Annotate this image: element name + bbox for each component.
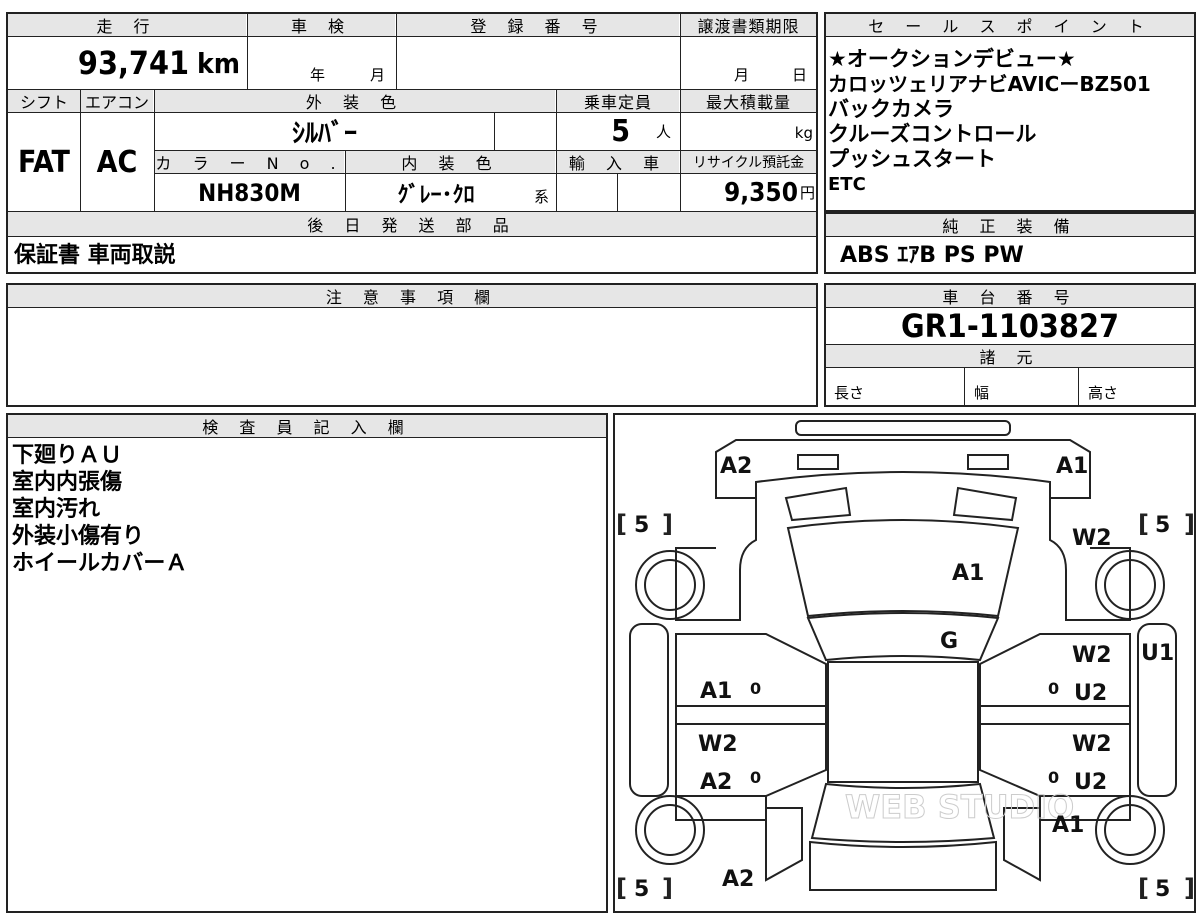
mark-right-rear-door-w: W2 (1072, 732, 1112, 757)
tire-mark-rear-right: 5 (1155, 877, 1170, 900)
car-diagram: [ ] [ ] [ ] [ ] WEB STUDIO A2 A1 A1 G W2… (616, 420, 1195, 900)
zero-mark: 0 (1048, 679, 1059, 698)
bracket-close: ] (662, 510, 673, 538)
bracket-open: [ (1138, 510, 1149, 538)
wheel-front-left (635, 550, 705, 620)
mark-left-rear-door-a: A2 (700, 770, 732, 795)
front-bumper (795, 420, 1011, 436)
watermark: WEB STUDIO (845, 788, 1074, 826)
roof (827, 661, 979, 783)
bracket-open: [ (616, 874, 627, 900)
bracket-close: ] (1184, 874, 1195, 900)
bracket-close: ] (1184, 510, 1195, 538)
mark-rear: A2 (722, 867, 754, 892)
mark-right-front-door-w: W2 (1072, 643, 1112, 668)
mark-right-rear: A1 (1052, 813, 1084, 838)
zero-mark: 0 (1048, 768, 1059, 787)
tire-mark-front-right: 5 (1155, 513, 1170, 538)
mark-right-rear-door-u: U2 (1074, 770, 1107, 795)
bracket-open: [ (1138, 874, 1149, 900)
tire-mark-front-left: 5 (634, 513, 649, 538)
headlight-right (952, 486, 1018, 522)
mark-hood: A1 (952, 561, 984, 586)
mark-front-right: A1 (1056, 454, 1088, 479)
zero-mark: 0 (750, 768, 761, 787)
mark-right-fender: W2 (1072, 526, 1112, 551)
front-body (715, 439, 1091, 499)
mark-right-side-edge: U1 (1141, 641, 1174, 666)
mark-right-front-door-u: U2 (1074, 681, 1107, 706)
tailgate (809, 840, 997, 891)
mark-windshield: G (940, 629, 958, 654)
mark-left-rear-door-w: W2 (698, 732, 738, 757)
zero-mark: 0 (750, 679, 761, 698)
left-side-edge (629, 623, 669, 797)
wheel-rear-left (635, 795, 705, 865)
windshield (806, 612, 1000, 662)
mark-front-left: A2 (720, 454, 752, 479)
tire-mark-rear-left: 5 (634, 877, 649, 900)
headlight-left (784, 486, 852, 522)
body-outline (675, 498, 1131, 621)
bracket-open: [ (616, 510, 627, 538)
mark-left-front-door: A1 (700, 679, 732, 704)
bracket-close: ] (662, 874, 673, 900)
